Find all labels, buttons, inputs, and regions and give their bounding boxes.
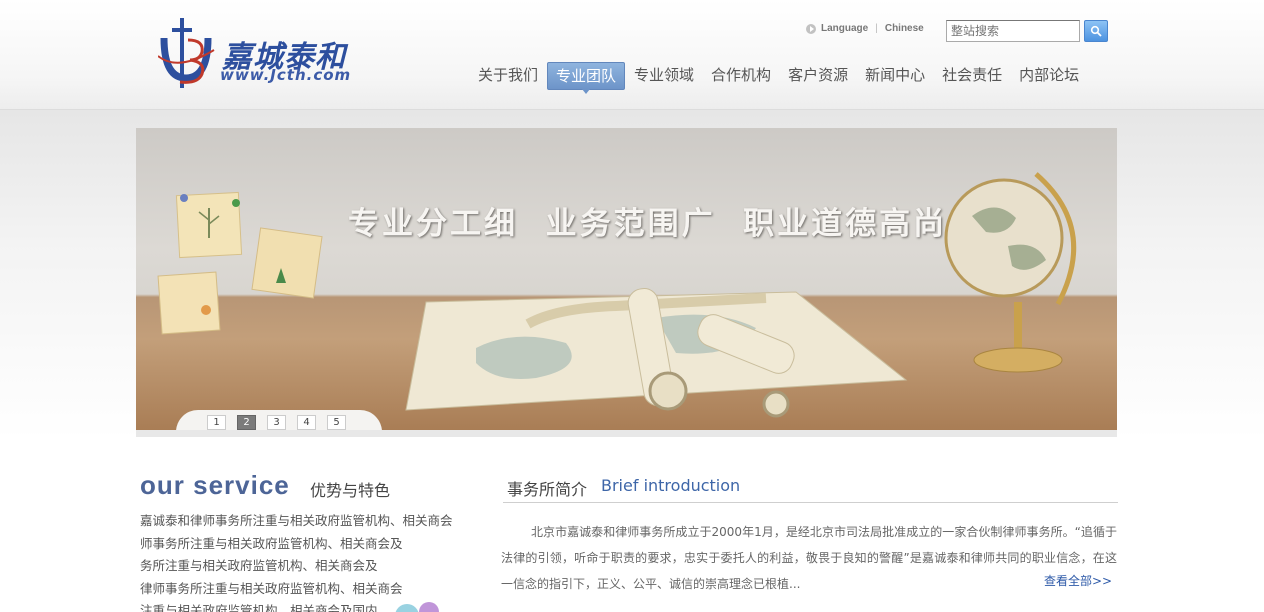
logo-emblem-icon — [158, 18, 215, 88]
slider-pagination: 1 2 3 4 5 — [207, 415, 346, 430]
slide-button-2[interactable]: 2 — [237, 415, 256, 430]
hero-banner[interactable]: 专业分工细 业务范围广 职业道德高尚 1 2 3 4 5 — [136, 128, 1117, 430]
site-logo[interactable]: 嘉城泰和 www.Jcth.com — [158, 16, 378, 92]
nav-item-partners[interactable]: 合作机构 — [703, 62, 779, 90]
logo-url: www.Jcth.com — [220, 66, 352, 84]
intro-body-text: 北京市嘉诚泰和律师事务所成立于2000年1月，是经北京市司法局批准成立的一家合伙… — [501, 525, 1117, 591]
nav-item-clients[interactable]: 客户资源 — [780, 62, 856, 90]
language-arrow-icon — [806, 23, 816, 34]
service-line: 嘉诚泰和律师事务所注重与相关政府监管机构、相关商会 — [140, 513, 453, 528]
pinned-notes-image — [157, 191, 323, 335]
main-nav: 关于我们 专业团队 专业领域 合作机构 客户资源 新闻中心 社会责任 内部论坛 — [470, 62, 1088, 94]
decorative-orbs-icon — [395, 602, 439, 612]
intro-title-en: Brief introduction — [601, 476, 741, 495]
service-description: 嘉诚泰和律师事务所注重与相关政府监管机构、相关商会 师事务所注重与相关政府监管机… — [140, 510, 460, 612]
intro-divider — [503, 502, 1118, 503]
nav-item-forum[interactable]: 内部论坛 — [1011, 62, 1087, 90]
service-line: 师事务所注重与相关政府监管机构、相关商会及 — [140, 535, 403, 551]
intro-title-cn: 事务所简介 — [507, 480, 588, 499]
search-button[interactable] — [1084, 20, 1108, 42]
nav-item-news[interactable]: 新闻中心 — [857, 62, 933, 90]
slide-button-1[interactable]: 1 — [207, 415, 226, 430]
nav-item-social-responsibility[interactable]: 社会责任 — [934, 62, 1010, 90]
site-header: 嘉城泰和 www.Jcth.com Language | Chinese 关于我… — [0, 0, 1264, 110]
language-switch: Language | Chinese — [806, 23, 924, 34]
slide-button-5[interactable]: 5 — [327, 415, 346, 430]
nav-item-team[interactable]: 专业团队 — [547, 62, 626, 94]
service-title-en: our service — [140, 470, 290, 500]
service-line: 律师事务所注重与相关政府监管机构、相关商会 — [140, 580, 403, 596]
banner-illustration — [157, 172, 1077, 418]
service-title-cn: 优势与特色 — [310, 481, 391, 500]
view-all-link[interactable]: 查看全部>> — [1044, 572, 1112, 589]
language-link[interactable]: Language — [821, 23, 868, 34]
banner-slogan: 专业分工细 业务范围广 职业道德高尚 — [348, 206, 948, 242]
map-scrolls-image — [405, 288, 908, 418]
banner-bottom-strip — [136, 430, 1117, 437]
slide-button-3[interactable]: 3 — [267, 415, 286, 430]
language-separator: | — [875, 23, 878, 34]
slide-button-4[interactable]: 4 — [297, 415, 316, 430]
service-line: 务所注重与相关政府监管机构、相关商会及 — [140, 558, 378, 574]
site-search-input[interactable] — [946, 20, 1080, 42]
chinese-link[interactable]: Chinese — [885, 23, 924, 34]
search-icon — [1090, 25, 1102, 37]
nav-item-about[interactable]: 关于我们 — [470, 62, 546, 90]
globe-image — [944, 172, 1077, 373]
nav-item-practice-areas[interactable]: 专业领域 — [626, 62, 702, 90]
